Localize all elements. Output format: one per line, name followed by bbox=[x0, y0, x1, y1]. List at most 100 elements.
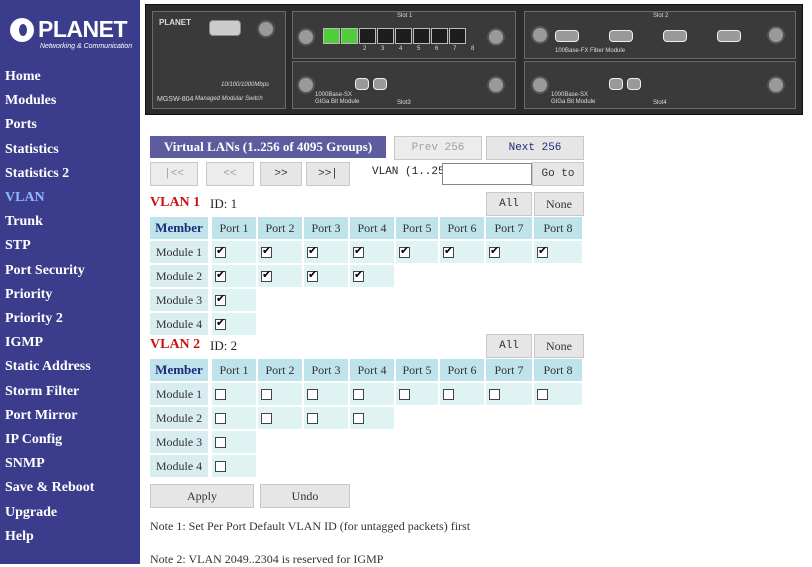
sidebar-item-trunk[interactable]: Trunk bbox=[0, 211, 140, 235]
member-checkbox[interactable] bbox=[489, 389, 500, 400]
member-checkbox[interactable] bbox=[489, 244, 500, 258]
port-number-label: 6 bbox=[435, 46, 439, 52]
member-checkbox[interactable] bbox=[353, 389, 364, 400]
undo-button[interactable]: Undo bbox=[260, 484, 350, 508]
member-checkbox[interactable] bbox=[537, 389, 548, 400]
sidebar-item-vlan[interactable]: VLAN bbox=[0, 187, 140, 211]
sidebar-item-static-address[interactable]: Static Address bbox=[0, 356, 140, 380]
member-checkbox[interactable] bbox=[537, 244, 548, 258]
note-1: Note 1: Set Per Port Default VLAN ID (fo… bbox=[150, 519, 471, 533]
member-checkbox[interactable] bbox=[261, 389, 272, 400]
sidebar-item-modules[interactable]: Modules bbox=[0, 90, 140, 114]
console-port bbox=[209, 20, 241, 36]
device-front-panel: PLANET 10/100/1000Mbps MGSW-804 Managed … bbox=[140, 0, 812, 118]
all-button[interactable]: All bbox=[486, 334, 532, 358]
member-checkbox[interactable] bbox=[307, 268, 318, 282]
member-checkbox[interactable] bbox=[307, 244, 318, 258]
sidebar-item-statistics-2[interactable]: Statistics 2 bbox=[0, 163, 140, 187]
none-button[interactable]: None bbox=[534, 334, 584, 358]
sidebar-item-upgrade[interactable]: Upgrade bbox=[0, 502, 140, 526]
member-checkbox[interactable] bbox=[307, 413, 318, 424]
none-button[interactable]: None bbox=[534, 192, 584, 216]
next-page-button[interactable]: >> bbox=[260, 162, 302, 186]
slot1-label: Slot 1 bbox=[397, 13, 413, 19]
next-256-button[interactable]: Next 256 bbox=[486, 136, 584, 160]
sidebar-item-priority[interactable]: Priority bbox=[0, 284, 140, 308]
port-column-header: Port 2 bbox=[258, 359, 302, 381]
port-number-label: 2 bbox=[363, 46, 367, 52]
first-page-button[interactable]: |<< bbox=[150, 162, 198, 186]
sidebar-item-save-reboot[interactable]: Save & Reboot bbox=[0, 477, 140, 501]
member-checkbox[interactable] bbox=[261, 244, 272, 258]
vlan-name: VLAN 2 bbox=[150, 337, 201, 352]
member-checkbox[interactable] bbox=[215, 437, 226, 448]
port-column-header: Port 4 bbox=[350, 359, 394, 381]
screw-icon bbox=[531, 76, 549, 94]
fiber-port-icon bbox=[663, 30, 687, 42]
port-icon bbox=[395, 28, 412, 44]
sidebar-item-help[interactable]: Help bbox=[0, 526, 140, 550]
member-checkbox[interactable] bbox=[215, 268, 226, 282]
member-checkbox[interactable] bbox=[399, 244, 410, 258]
slot4-module-type: 1000Base-SX bbox=[551, 92, 589, 98]
port-icon bbox=[341, 28, 358, 44]
screw-icon bbox=[297, 76, 315, 94]
vlan-id-label: ID: 1 bbox=[210, 196, 238, 211]
module-row-label: Module 3 bbox=[150, 431, 208, 453]
prev-page-button[interactable]: << bbox=[206, 162, 254, 186]
sidebar-item-statistics[interactable]: Statistics bbox=[0, 139, 140, 163]
module-row-label: Module 2 bbox=[150, 407, 208, 429]
sidebar-item-snmp[interactable]: SNMP bbox=[0, 453, 140, 477]
member-header: Member bbox=[150, 359, 208, 381]
sidebar-item-port-security[interactable]: Port Security bbox=[0, 260, 140, 284]
sidebar-item-storm-filter[interactable]: Storm Filter bbox=[0, 381, 140, 405]
sidebar-item-ports[interactable]: Ports bbox=[0, 114, 140, 138]
screw-icon bbox=[487, 28, 505, 46]
port-number-label: 5 bbox=[417, 46, 421, 52]
sidebar-item-stp[interactable]: STP bbox=[0, 235, 140, 259]
apply-button[interactable]: Apply bbox=[150, 484, 254, 508]
all-button[interactable]: All bbox=[486, 192, 532, 216]
port-column-header: Port 2 bbox=[258, 217, 302, 239]
member-checkbox[interactable] bbox=[353, 244, 364, 258]
member-checkbox[interactable] bbox=[261, 413, 272, 424]
port-column-header: Port 4 bbox=[350, 217, 394, 239]
fiber-port-icon bbox=[717, 30, 741, 42]
slot4-label: Slot4 bbox=[653, 100, 667, 106]
slot1-module: Slot 1 2 3 4 5 6 7 8 bbox=[292, 11, 516, 59]
module-row-label: Module 3 bbox=[150, 289, 208, 311]
member-checkbox[interactable] bbox=[261, 268, 272, 282]
member-checkbox[interactable] bbox=[215, 244, 226, 258]
prev-256-button[interactable]: Prev 256 bbox=[394, 136, 482, 160]
module-row-label: Module 1 bbox=[150, 241, 208, 263]
member-checkbox[interactable] bbox=[443, 389, 454, 400]
sidebar-item-home[interactable]: Home bbox=[0, 66, 140, 90]
sidebar-item-priority-2[interactable]: Priority 2 bbox=[0, 308, 140, 332]
member-checkbox[interactable] bbox=[215, 316, 226, 330]
sidebar-item-ip-config[interactable]: IP Config bbox=[0, 429, 140, 453]
member-checkbox[interactable] bbox=[215, 413, 226, 424]
planet-logo: PLANET Networking & Communication bbox=[6, 14, 136, 58]
port-icon bbox=[449, 28, 466, 44]
screw-icon bbox=[767, 26, 785, 44]
member-checkbox[interactable] bbox=[443, 244, 454, 258]
member-checkbox[interactable] bbox=[353, 268, 364, 282]
member-checkbox[interactable] bbox=[399, 389, 410, 400]
member-checkbox[interactable] bbox=[307, 389, 318, 400]
member-checkbox[interactable] bbox=[353, 413, 364, 424]
port-icon bbox=[323, 28, 340, 44]
module-row-label: Module 4 bbox=[150, 455, 208, 477]
goto-button[interactable]: Go to bbox=[532, 162, 584, 186]
member-checkbox[interactable] bbox=[215, 389, 226, 400]
member-checkbox[interactable] bbox=[215, 292, 226, 306]
member-checkbox[interactable] bbox=[215, 461, 226, 472]
port-column-header: Port 7 bbox=[486, 359, 532, 381]
last-page-button[interactable]: >>| bbox=[306, 162, 350, 186]
sidebar-item-igmp[interactable]: IGMP bbox=[0, 332, 140, 356]
fiber-port-icon bbox=[355, 78, 369, 90]
sidebar-item-port-mirror[interactable]: Port Mirror bbox=[0, 405, 140, 429]
module-row-label: Module 4 bbox=[150, 313, 208, 335]
slot3-module-type: 1000Base-SX bbox=[315, 92, 353, 98]
port-column-header: Port 8 bbox=[534, 217, 582, 239]
vlan-goto-input[interactable] bbox=[442, 163, 532, 185]
